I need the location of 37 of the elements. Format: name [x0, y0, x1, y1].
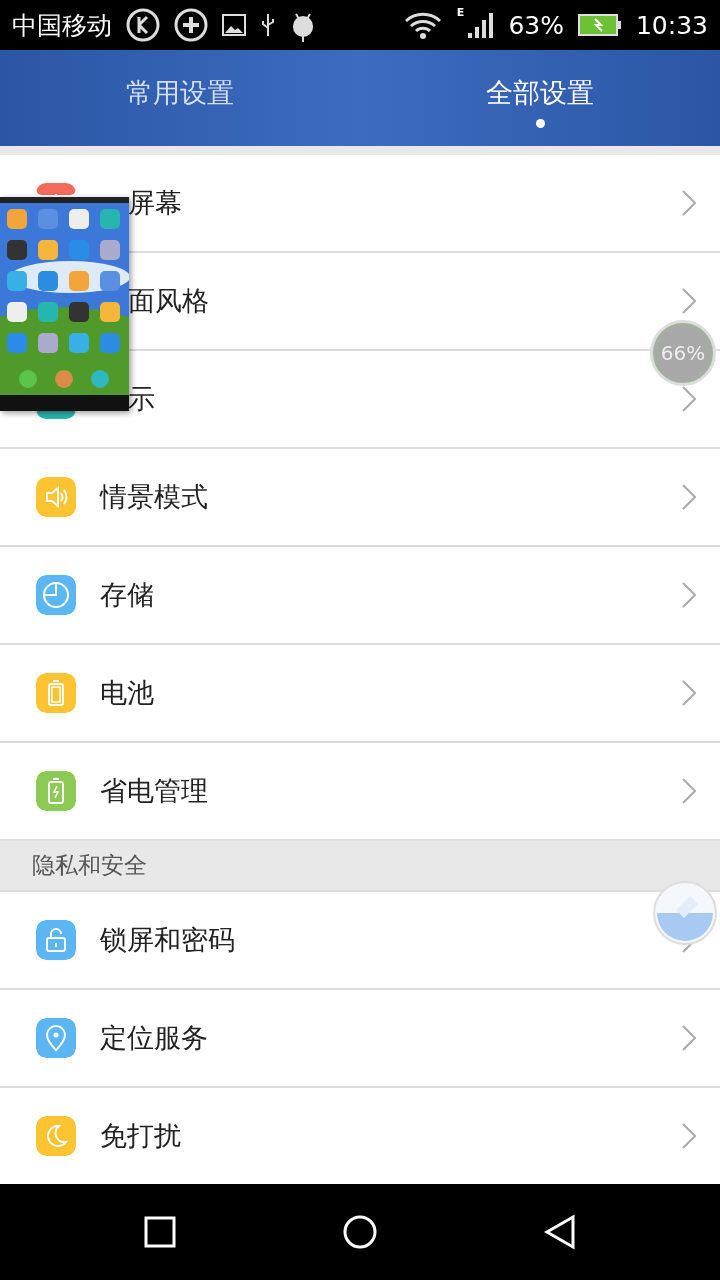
image-icon	[222, 13, 246, 37]
battery-percent: 63%	[508, 10, 564, 40]
setting-label[interactable]: 情景模式	[100, 479, 208, 515]
chevron-right-icon	[682, 1025, 696, 1051]
chevron-right-icon	[682, 288, 696, 314]
setting-label[interactable]: 电池	[100, 675, 154, 711]
setting-label[interactable]: 省电管理	[100, 773, 208, 809]
network-type: E	[456, 6, 465, 19]
settings-tab[interactable]: 全部设置	[360, 50, 720, 146]
chevron-right-icon	[682, 1123, 696, 1149]
chevron-right-icon	[682, 386, 696, 412]
screenshot-thumbnail-drawing[interactable]	[0, 197, 129, 411]
signal-icon	[466, 11, 495, 39]
setting-label[interactable]: 示	[128, 381, 155, 417]
settings-tab[interactable]: 常用设置	[0, 50, 360, 146]
chevron-right-icon	[682, 680, 696, 706]
clock: 10:33	[635, 10, 708, 40]
plus-icon	[174, 8, 208, 42]
setting-label[interactable]: 屏幕	[128, 185, 182, 221]
chevron-right-icon	[682, 190, 696, 216]
setting-label[interactable]: 免打扰	[100, 1118, 181, 1154]
setting-label[interactable]: 面风格	[128, 283, 209, 319]
chevron-right-icon	[682, 778, 696, 804]
setting-label[interactable]: 存储	[100, 577, 154, 613]
carrier-name: 中国移动	[12, 9, 112, 42]
k-badge-icon	[126, 8, 160, 42]
home-button[interactable]	[342, 1214, 378, 1250]
recent-apps-button[interactable]	[142, 1215, 177, 1249]
wifi-icon	[402, 10, 443, 40]
setting-label[interactable]: 定位服务	[100, 1020, 208, 1056]
back-button[interactable]	[543, 1214, 578, 1250]
chevron-right-icon	[682, 484, 696, 510]
usb-icon	[260, 12, 276, 38]
setting-label[interactable]: 锁屏和密码	[100, 922, 235, 958]
battery-charging-icon	[577, 13, 622, 37]
section-header: 隐私和安全	[0, 841, 720, 892]
chevron-right-icon	[682, 582, 696, 608]
